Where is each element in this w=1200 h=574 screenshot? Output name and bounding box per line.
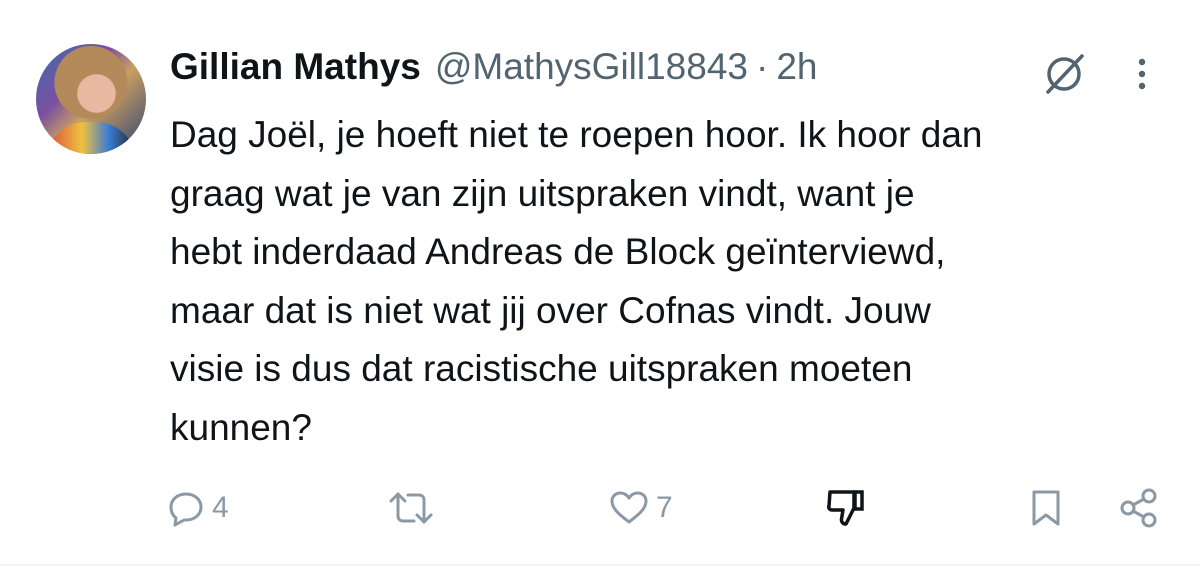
like-count: 7	[656, 491, 673, 524]
divider	[0, 564, 1200, 566]
like-button[interactable]: 7	[608, 478, 673, 538]
share-icon	[1120, 488, 1157, 528]
avatar-shirt	[46, 122, 136, 154]
tweet-time[interactable]: 2h	[776, 46, 817, 88]
author-name[interactable]: Gillian Mathys	[170, 46, 421, 88]
reply-icon	[169, 492, 203, 527]
tweet-text: Dag Joël, je hoeft niet te roepen hoor. …	[170, 114, 983, 448]
reply-button[interactable]: 4	[166, 478, 229, 538]
share-button[interactable]	[1116, 478, 1162, 538]
separator-dot: ·	[756, 46, 769, 87]
avatar[interactable]	[36, 44, 146, 154]
action-bar: 4 7	[0, 478, 1200, 538]
heart-icon	[610, 491, 648, 524]
tweet-header: Gillian Mathys @MathysGill18843 · 2h	[170, 46, 817, 96]
thumbs-down-icon	[827, 490, 864, 526]
retweet-icon	[389, 492, 433, 524]
reply-count: 4	[212, 491, 229, 524]
author-handle[interactable]: @MathysGill18843	[435, 46, 748, 88]
retweet-button[interactable]	[388, 478, 440, 538]
tweet[interactable]: Gillian Mathys @MathysGill18843 · 2h Dag…	[0, 0, 1200, 574]
grok-icon[interactable]	[1040, 52, 1088, 96]
more-icon[interactable]	[1130, 54, 1154, 94]
bookmark-icon	[1032, 490, 1060, 526]
dislike-button[interactable]	[824, 478, 868, 538]
bookmark-button[interactable]	[1026, 478, 1066, 538]
